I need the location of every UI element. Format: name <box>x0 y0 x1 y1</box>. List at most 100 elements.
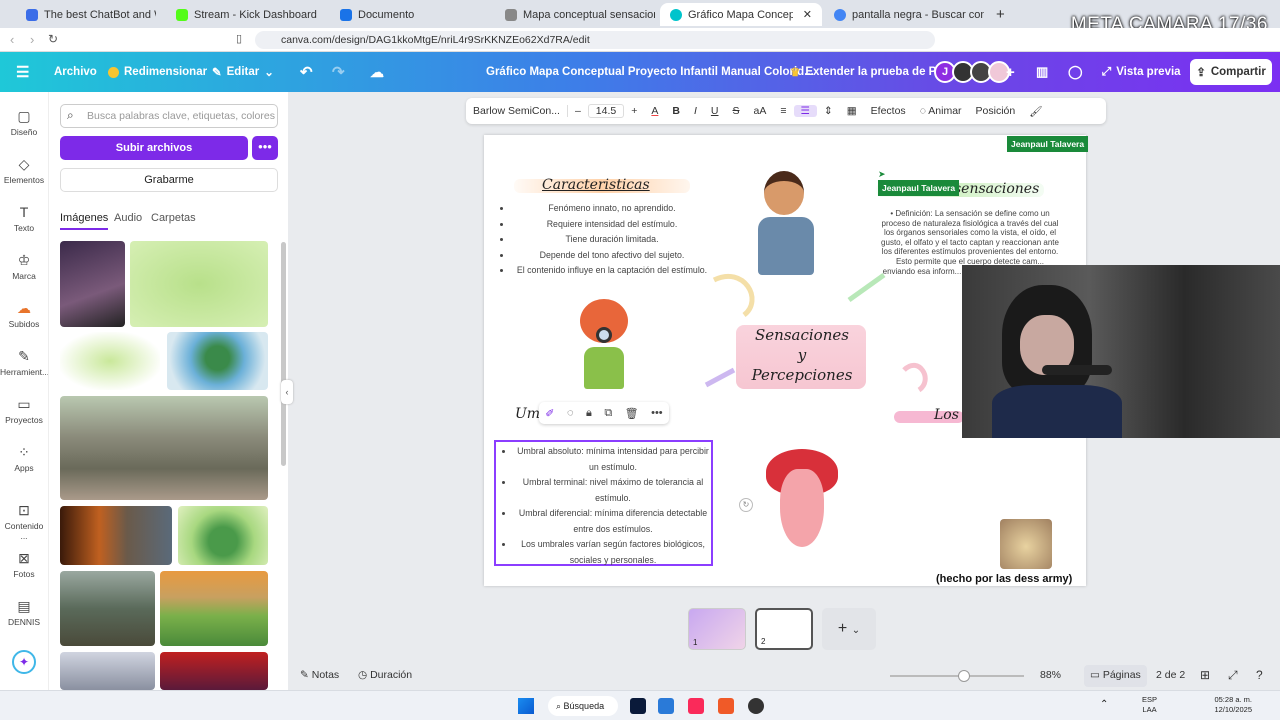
los-title[interactable]: Los <box>934 407 959 423</box>
cat-sticker[interactable] <box>1000 519 1052 569</box>
help-icon[interactable]: ? <box>1256 668 1263 682</box>
image-thumbnail[interactable] <box>178 506 268 565</box>
animate-button[interactable]: ◌ Animar <box>913 105 969 117</box>
duration-button[interactable]: ◷ Duración <box>358 669 412 681</box>
zoom-level[interactable]: 88% <box>1040 669 1061 681</box>
share-button[interactable]: ⇪ Compartir <box>1190 59 1272 85</box>
brave-icon[interactable] <box>718 698 734 714</box>
pages-button[interactable]: ▭ Páginas <box>1084 665 1147 687</box>
image-thumbnail[interactable] <box>60 241 125 327</box>
add-collaborator-icon[interactable]: + <box>1006 52 1015 92</box>
duplicate-icon[interactable]: ⧉ <box>604 407 612 420</box>
windows-start-icon[interactable] <box>518 698 534 714</box>
image-thumbnail[interactable] <box>60 652 155 690</box>
search-input[interactable]: Busca palabras clave, etiquetas, colores <box>60 104 278 128</box>
browser-tab[interactable]: The best ChatBot and Widgets fo <box>16 3 156 26</box>
cloud-sync-icon[interactable]: ☁ <box>370 52 384 92</box>
record-yourself-button[interactable]: Grabarme <box>60 168 278 192</box>
url-field[interactable]: canva.com/design/DAG1kkoMtgE/nriL4r9SrKK… <box>255 31 935 49</box>
position-button[interactable]: Posición <box>969 105 1023 117</box>
undo-icon[interactable]: ↶ <box>300 52 313 92</box>
image-thumbnail[interactable] <box>60 332 160 390</box>
font-family-select[interactable]: Barlow SemiCon... <box>466 105 568 117</box>
rail-projects[interactable]: ▭ Proyectos <box>0 396 48 425</box>
transparency-icon[interactable]: ▦ <box>840 105 864 117</box>
language-indicator[interactable]: ESP LAA <box>1142 695 1157 715</box>
comment-icon[interactable]: ◯ <box>1068 52 1083 92</box>
effects-button[interactable]: Efectos <box>864 105 913 117</box>
upload-files-button[interactable]: Subir archivos <box>60 136 248 160</box>
image-thumbnail[interactable] <box>60 506 172 565</box>
credit-text[interactable]: (hecho por las dess army) <box>936 573 1072 585</box>
underline-icon[interactable]: U <box>704 105 726 117</box>
redo-icon[interactable]: ↷ <box>332 52 345 92</box>
insights-icon[interactable]: ▥ <box>1036 52 1048 92</box>
font-size-increase[interactable]: + <box>624 105 644 117</box>
rail-tools[interactable]: ✎ Herramient... <box>0 348 49 377</box>
notes-button[interactable]: ✎ Notas <box>300 669 339 681</box>
more-icon[interactable]: ••• <box>651 407 663 419</box>
image-thumbnail[interactable] <box>160 571 268 646</box>
bullet-list-icon[interactable]: ☰ <box>793 105 817 117</box>
rail-uploads[interactable]: ☁ Subidos <box>0 300 48 329</box>
selected-text-box[interactable]: Umbral absoluto: mínima intensidad para … <box>494 440 713 566</box>
rotate-handle-icon[interactable]: ↻ <box>739 498 753 512</box>
spacing-icon[interactable]: ⇕ <box>817 105 840 117</box>
add-page-button[interactable]: + ⌄ <box>822 608 876 650</box>
strikethrough-icon[interactable]: S <box>726 105 747 117</box>
text-color-icon[interactable]: A <box>644 105 665 117</box>
magic-assistant-icon[interactable]: ✦ <box>12 650 36 674</box>
umbrales-list[interactable]: Umbral absoluto: mínima intensidad para … <box>514 444 712 568</box>
image-thumbnail[interactable] <box>167 332 268 390</box>
child-magnifier-illustration[interactable] <box>576 299 632 391</box>
comment-icon[interactable]: ◌ <box>567 407 574 419</box>
collaborators[interactable]: J <box>934 52 1010 92</box>
more-options-button[interactable]: ••• <box>252 136 278 160</box>
forward-icon[interactable]: › <box>30 32 34 47</box>
resize-button[interactable]: Redimensionar <box>108 52 207 92</box>
font-size-decrease[interactable]: – <box>568 105 588 117</box>
extend-trial-button[interactable]: ♛ Extender la prueba de Pro <box>790 52 948 92</box>
sensaciones-title[interactable]: sensaciones <box>954 181 1039 197</box>
page-thumbnail-1[interactable]: 1 <box>688 608 746 650</box>
image-thumbnail[interactable] <box>160 652 268 690</box>
tab-images[interactable]: Imágenes <box>60 212 109 230</box>
browser-tab-active[interactable]: Gráfico Mapa Conceptual Proye ✕ <box>660 3 822 26</box>
browser-tab[interactable]: Mapa conceptual sensaciones <box>495 3 655 26</box>
preview-button[interactable]: ⤢ Vista previa <box>1102 52 1181 92</box>
browser-tab[interactable]: Documento <box>330 3 490 26</box>
reload-icon[interactable]: ↻ <box>48 32 58 46</box>
rail-elements[interactable]: ◇ Elementos <box>0 156 48 185</box>
rail-text[interactable]: T Texto <box>0 204 48 233</box>
align-center-icon[interactable]: ≡ <box>773 105 793 117</box>
zoom-slider-track[interactable] <box>890 675 1024 677</box>
caracteristicas-title[interactable]: Caracteristicas <box>542 177 650 193</box>
file-menu[interactable]: Archivo <box>54 52 97 92</box>
new-tab-button[interactable]: + <box>986 3 1015 26</box>
image-thumbnail[interactable] <box>60 396 268 500</box>
boy-thinking-illustration[interactable] <box>746 171 826 277</box>
rail-brand[interactable]: ♔ Marca <box>0 252 48 281</box>
panel-scrollbar[interactable] <box>281 242 286 466</box>
document-title[interactable]: Gráfico Mapa Conceptual Proyecto Infanti… <box>486 52 814 92</box>
center-title[interactable]: Sensaciones y Percepciones <box>732 325 872 385</box>
magic-edit-icon[interactable]: ✐ <box>545 407 554 420</box>
rail-dennis[interactable]: ▤ DENNIS <box>0 598 48 627</box>
paint-format-icon[interactable]: 🖌 <box>1022 105 1049 118</box>
obs-icon[interactable] <box>748 698 764 714</box>
zoom-slider-thumb[interactable] <box>958 670 970 682</box>
clock[interactable]: 05:28 a. m. 12/10/2025 <box>1208 695 1252 715</box>
image-thumbnail[interactable] <box>130 241 268 327</box>
text-case-icon[interactable]: aA <box>747 105 774 117</box>
image-thumbnail[interactable] <box>60 571 155 646</box>
rail-photos[interactable]: ⊠ Fotos <box>0 550 48 579</box>
browser-tab[interactable]: pantalla negra - Buscar con Google <box>824 3 984 26</box>
lock-icon[interactable]: 🔒︎ <box>586 407 592 420</box>
caracteristicas-list[interactable]: Fenómeno innato, no aprendido. Requiere … <box>512 201 712 279</box>
taskbar-search[interactable]: ⌕ Búsqueda <box>548 696 618 716</box>
tab-folders[interactable]: Carpetas <box>151 212 196 224</box>
music-icon[interactable] <box>688 698 704 714</box>
tab-audio[interactable]: Audio <box>114 212 142 224</box>
browser-tab[interactable]: Stream - Kick Dashboard <box>166 3 326 26</box>
store-icon[interactable] <box>658 698 674 714</box>
